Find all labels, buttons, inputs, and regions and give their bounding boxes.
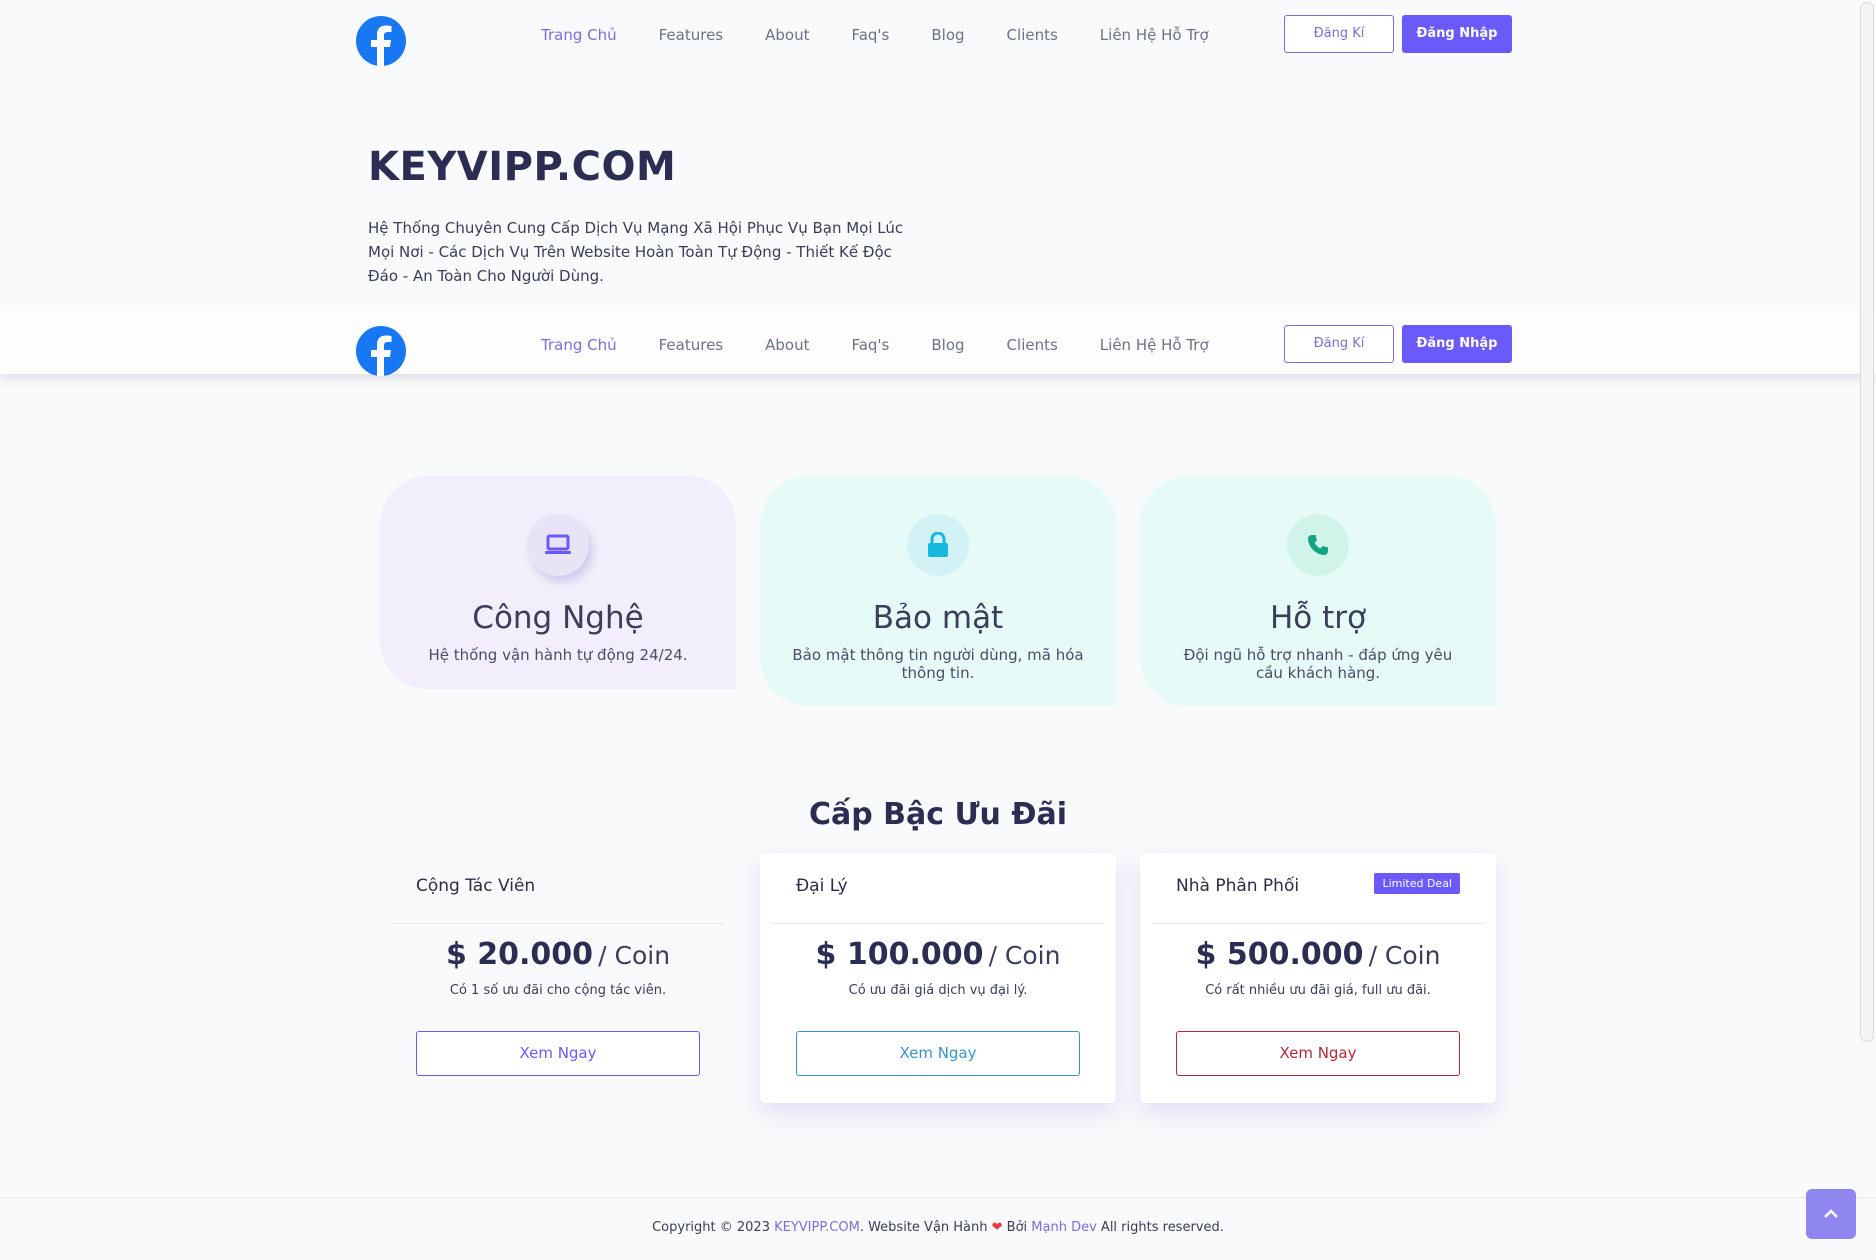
view-now-button[interactable]: Xem Ngay xyxy=(416,1031,700,1076)
copyright-middle: . Website Vận Hành xyxy=(859,1220,992,1235)
view-now-button[interactable]: Xem Ngay xyxy=(796,1031,1080,1076)
divider xyxy=(772,923,1104,924)
feature-card-technology: Công Nghệ Hệ thống vận hành tự động 24/2… xyxy=(380,476,736,689)
feature-text: Bảo mật thông tin người dùng, mã hóa thô… xyxy=(792,646,1084,682)
feature-title: Hỗ trợ xyxy=(1270,600,1366,636)
pricing-title: Cấp Bậc Ưu Đãi xyxy=(808,797,1068,832)
nav-link-support[interactable]: Liên Hệ Hỗ Trợ xyxy=(1100,26,1209,44)
copyright-prefix: Copyright © 2023 xyxy=(652,1220,775,1235)
back-to-top-button[interactable] xyxy=(1806,1189,1856,1239)
scrollbar[interactable] xyxy=(1860,2,1874,1042)
main-menu: Trang Chủ Features About Faq's Blog Clie… xyxy=(541,26,1251,44)
laptop-icon xyxy=(527,514,589,576)
nav-link-clients[interactable]: Clients xyxy=(1007,336,1058,354)
top-navbar: Trang Chủ Features About Faq's Blog Clie… xyxy=(0,8,1876,68)
plan-card-distributor: Nhà Phân Phối Limited Deal $ 500.000 / C… xyxy=(1140,853,1496,1103)
plan-price: $ 20.000 / Coin xyxy=(380,937,736,972)
plan-name: Nhà Phân Phối xyxy=(1176,876,1300,896)
copyright-text: Copyright © 2023 KEYVIPP.COM. Website Vậ… xyxy=(0,1220,1876,1235)
hero-description: Hệ Thống Chuyên Cung Cấp Dịch Vụ Mạng Xã… xyxy=(368,219,904,285)
plan-note: Có rất nhiều ưu đãi giá, full ưu đãi. xyxy=(1205,983,1431,998)
nav-link-blog[interactable]: Blog xyxy=(931,336,964,354)
nav-link-blog[interactable]: Blog xyxy=(931,26,964,44)
limited-deal-badge: Limited Deal xyxy=(1374,873,1460,894)
plan-note: Có 1 số ưu đãi cho cộng tác viên. xyxy=(449,983,667,998)
heart-icon: ❤ xyxy=(991,1220,1003,1235)
plan-price: $ 100.000 / Coin xyxy=(760,937,1116,972)
chevron-up-icon xyxy=(1824,1209,1838,1218)
nav-link-about[interactable]: About xyxy=(765,336,809,354)
nav-link-clients[interactable]: Clients xyxy=(1007,26,1058,44)
feature-text: Đội ngũ hỗ trợ nhanh - đáp ứng yêu cầu k… xyxy=(1183,646,1453,682)
plan-card-collaborator: Cộng Tác Viên $ 20.000 / Coin Có 1 số ưu… xyxy=(380,853,736,1103)
plan-unit: / Coin xyxy=(598,941,671,970)
copyright-by: Bởi xyxy=(1002,1220,1032,1235)
footer: Copyright © 2023 KEYVIPP.COM. Website Vậ… xyxy=(0,1197,1876,1260)
nav-link-home[interactable]: Trang Chủ xyxy=(541,26,617,44)
facebook-logo-icon[interactable] xyxy=(356,16,406,66)
copyright-suffix: All rights reserved. xyxy=(1096,1220,1224,1235)
divider xyxy=(392,923,724,924)
plan-amount: $ 20.000 xyxy=(445,937,594,972)
login-button[interactable]: Đăng Nhập xyxy=(1402,325,1512,363)
plan-name: Cộng Tác Viên xyxy=(416,876,536,896)
hero-title: KEYVIPP.COM xyxy=(368,144,677,190)
facebook-logo-icon[interactable] xyxy=(356,326,406,376)
author-link[interactable]: Mạnh Dev xyxy=(1031,1220,1097,1235)
sticky-navbar: Trang Chủ Features About Faq's Blog Clie… xyxy=(0,310,1876,376)
lock-icon xyxy=(907,514,969,576)
plan-amount: $ 100.000 xyxy=(815,937,984,972)
brand-link[interactable]: KEYVIPP.COM xyxy=(774,1220,860,1235)
login-button[interactable]: Đăng Nhập xyxy=(1402,15,1512,53)
nav-link-faqs[interactable]: Faq's xyxy=(851,336,889,354)
plan-card-agent: Đại Lý $ 100.000 / Coin Có ưu đãi giá dị… xyxy=(760,853,1116,1103)
plan-note: Có ưu đãi giá dịch vụ đại lý. xyxy=(848,983,1028,998)
plan-unit: / Coin xyxy=(1368,941,1441,970)
feature-card-support: Hỗ trợ Đội ngũ hỗ trợ nhanh - đáp ứng yê… xyxy=(1140,476,1496,706)
nav-link-features[interactable]: Features xyxy=(659,26,724,44)
nav-link-about[interactable]: About xyxy=(765,26,809,44)
feature-title: Công Nghệ xyxy=(472,600,644,636)
feature-text: Hệ thống vận hành tự động 24/24. xyxy=(428,646,688,664)
plan-name: Đại Lý xyxy=(796,876,848,896)
register-button[interactable]: Đăng Kí xyxy=(1284,325,1394,363)
plan-price: $ 500.000 / Coin xyxy=(1140,937,1496,972)
nav-link-support[interactable]: Liên Hệ Hỗ Trợ xyxy=(1100,336,1209,354)
plan-unit: / Coin xyxy=(988,941,1061,970)
nav-link-home[interactable]: Trang Chủ xyxy=(541,336,617,354)
feature-title: Bảo mật xyxy=(872,600,1004,636)
divider xyxy=(1152,923,1484,924)
view-now-button[interactable]: Xem Ngay xyxy=(1176,1031,1460,1076)
main-menu: Trang Chủ Features About Faq's Blog Clie… xyxy=(541,336,1251,354)
nav-link-faqs[interactable]: Faq's xyxy=(851,26,889,44)
register-button[interactable]: Đăng Kí xyxy=(1284,15,1394,53)
feature-card-security: Bảo mật Bảo mật thông tin người dùng, mã… xyxy=(760,476,1116,706)
nav-link-features[interactable]: Features xyxy=(659,336,724,354)
plan-amount: $ 500.000 xyxy=(1195,937,1364,972)
phone-icon xyxy=(1287,514,1349,576)
